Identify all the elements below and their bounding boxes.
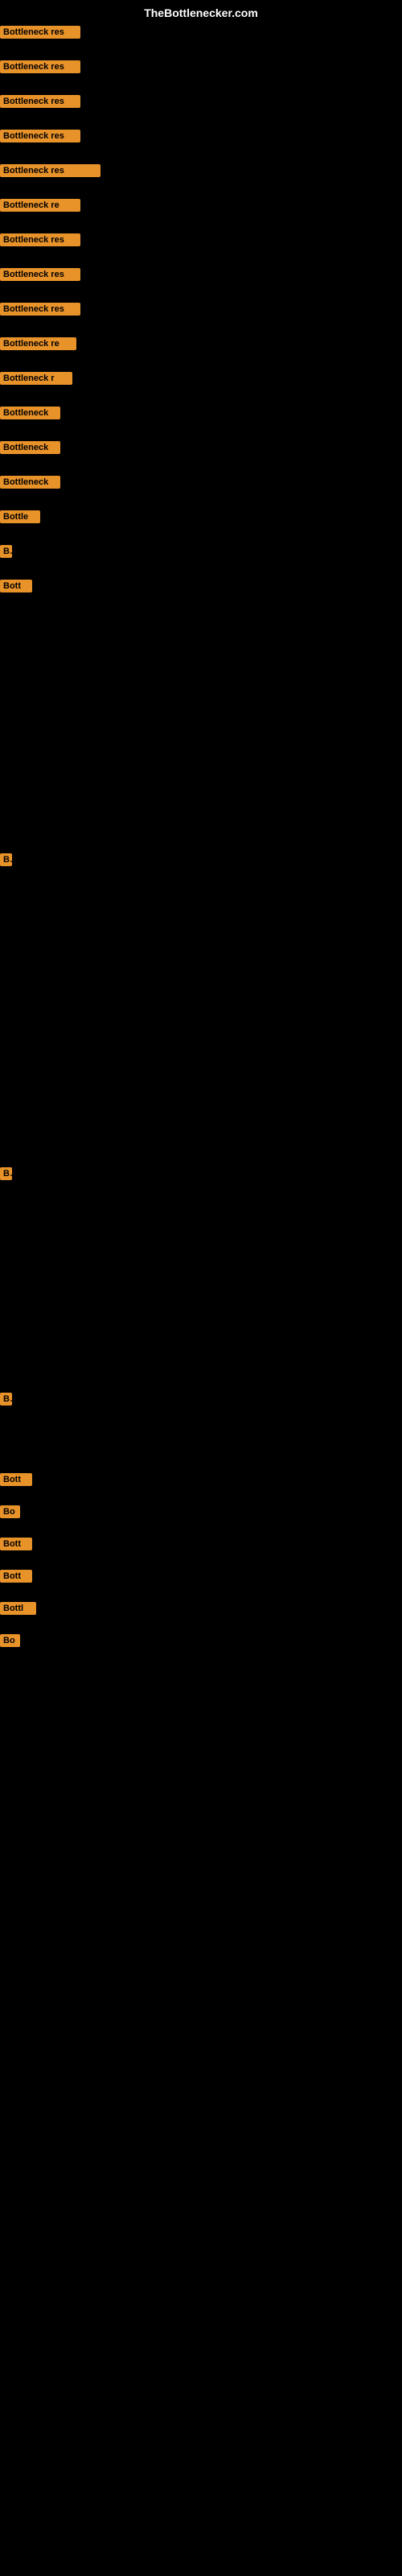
bottleneck-badge[interactable]: Bottleneck r bbox=[0, 372, 72, 385]
bottleneck-badge[interactable]: Bott bbox=[0, 1538, 32, 1550]
site-title: TheBottlenecker.com bbox=[144, 6, 258, 19]
bottleneck-badge[interactable]: Bottleneck res bbox=[0, 268, 80, 281]
bottleneck-badge[interactable]: Bottleneck bbox=[0, 441, 60, 454]
bottleneck-badge[interactable]: Bottleneck res bbox=[0, 164, 100, 177]
bottleneck-badge[interactable]: Bo bbox=[0, 1505, 20, 1518]
bottleneck-badge[interactable]: B bbox=[0, 853, 12, 866]
bottleneck-badge[interactable]: Bott bbox=[0, 1473, 32, 1486]
bottleneck-badge[interactable]: Bo bbox=[0, 1634, 20, 1647]
bottleneck-badge[interactable]: Bottleneck re bbox=[0, 199, 80, 212]
bottleneck-badge[interactable]: Bottleneck re bbox=[0, 337, 76, 350]
bottleneck-badge[interactable]: Bottleneck res bbox=[0, 26, 80, 39]
bottleneck-badge[interactable]: Bottleneck res bbox=[0, 130, 80, 142]
bottleneck-badge[interactable]: Bott bbox=[0, 580, 32, 592]
bottleneck-badge[interactable]: B bbox=[0, 1393, 12, 1406]
bottleneck-badge[interactable]: Bottleneck bbox=[0, 407, 60, 419]
bottleneck-badge[interactable]: Bottleneck bbox=[0, 476, 60, 489]
bottleneck-badge[interactable]: Bottleneck res bbox=[0, 233, 80, 246]
bottleneck-badge[interactable]: Bottle bbox=[0, 510, 40, 523]
bottleneck-badge[interactable]: Bottleneck res bbox=[0, 303, 80, 316]
bottleneck-badge[interactable]: Bottleneck res bbox=[0, 60, 80, 73]
bottleneck-badge[interactable]: B bbox=[0, 545, 12, 558]
bottleneck-badge[interactable]: B bbox=[0, 1167, 12, 1180]
bottleneck-badge[interactable]: Bottleneck res bbox=[0, 95, 80, 108]
bottleneck-badge[interactable]: Bottl bbox=[0, 1602, 36, 1615]
bottleneck-badge[interactable]: Bott bbox=[0, 1570, 32, 1583]
